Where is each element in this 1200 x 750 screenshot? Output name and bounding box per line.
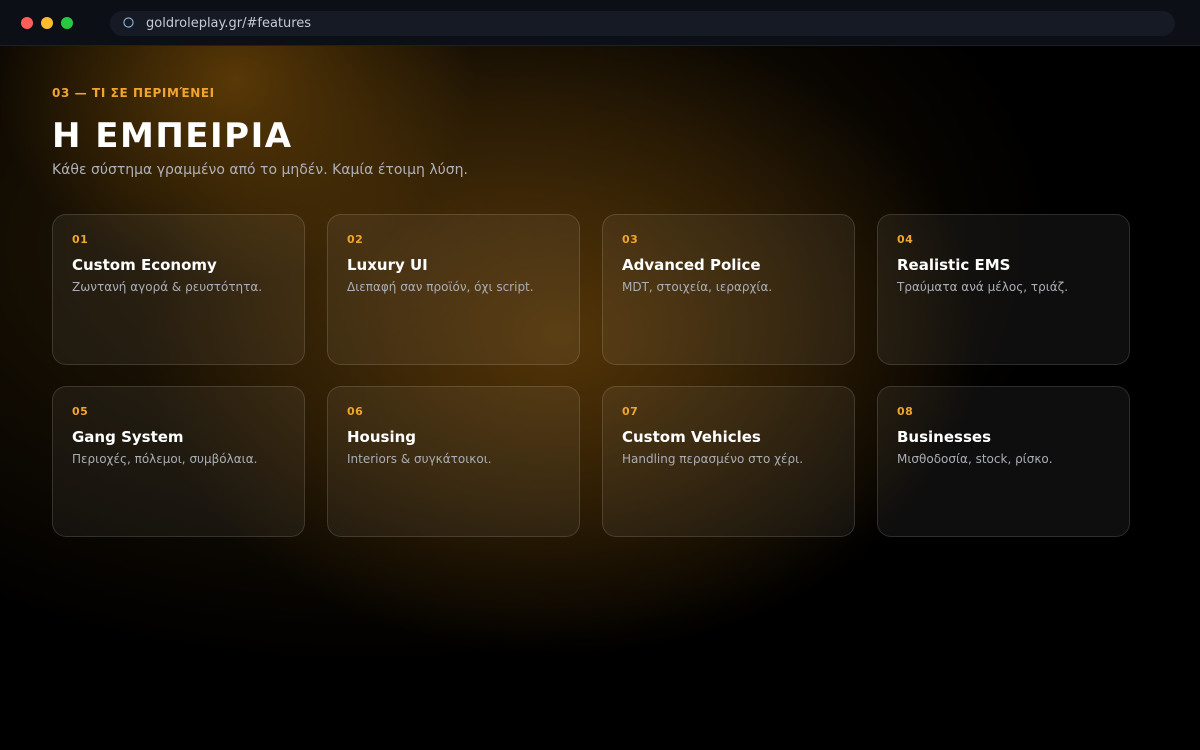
browser-toolbar: goldroleplay.gr/#features xyxy=(0,0,1200,46)
feature-card-housing[interactable]: 06 Housing Interiors & συγκάτοικοι. xyxy=(327,386,580,537)
feature-card-gang-system[interactable]: 05 Gang System Περιοχές, πόλεμοι, συμβόλ… xyxy=(52,386,305,537)
feature-card-realistic-ems[interactable]: 04 Realistic EMS Τραύματα ανά μέλος, τρι… xyxy=(877,214,1130,365)
feature-grid: 01 Custom Economy Ζωντανή αγορά & ρευστό… xyxy=(52,214,1130,537)
browser-window: goldroleplay.gr/#features 03 — ΤΙ ΣΕ ΠΕΡ… xyxy=(0,0,1200,750)
feature-description: Ζωντανή αγορά & ρευστότητα. xyxy=(72,280,263,294)
feature-title: Custom Economy xyxy=(72,256,217,274)
section-eyebrow: 03 — ΤΙ ΣΕ ΠΕΡΙΜΈΝΕΙ xyxy=(52,86,215,100)
globe-icon xyxy=(123,17,134,28)
feature-number: 05 xyxy=(72,405,89,418)
close-window-button[interactable] xyxy=(21,17,33,29)
feature-description: Μισθοδοσία, stock, ρίσκο. xyxy=(897,452,1053,466)
feature-description: Τραύματα ανά μέλος, τριάζ. xyxy=(897,280,1069,294)
address-bar[interactable]: goldroleplay.gr/#features xyxy=(110,11,1175,36)
feature-card-businesses[interactable]: 08 Businesses Μισθοδοσία, stock, ρίσκο. xyxy=(877,386,1130,537)
feature-card-luxury-ui[interactable]: 02 Luxury UI Διεπαφή σαν προϊόν, όχι scr… xyxy=(327,214,580,365)
feature-title: Custom Vehicles xyxy=(622,428,761,446)
feature-description: Handling περασμένο στο χέρι. xyxy=(622,452,804,466)
feature-number: 02 xyxy=(347,233,364,246)
feature-description: Διεπαφή σαν προϊόν, όχι script. xyxy=(347,280,534,294)
feature-title: Luxury UI xyxy=(347,256,428,274)
feature-title: Businesses xyxy=(897,428,991,446)
feature-number: 01 xyxy=(72,233,89,246)
section-title: Η ΕΜΠΕΙΡΙΑ xyxy=(52,116,293,156)
section-subtitle: Κάθε σύστημα γραμμένο από το μηδέν. Καμί… xyxy=(52,162,468,178)
feature-description: MDT, στοιχεία, ιεραρχία. xyxy=(622,280,773,294)
feature-title: Realistic EMS xyxy=(897,256,1011,274)
feature-title: Housing xyxy=(347,428,417,446)
feature-number: 08 xyxy=(897,405,914,418)
url-text[interactable]: goldroleplay.gr/#features xyxy=(146,15,311,32)
feature-card-custom-economy[interactable]: 01 Custom Economy Ζωντανή αγορά & ρευστό… xyxy=(52,214,305,365)
feature-title: Gang System xyxy=(72,428,184,446)
feature-description: Περιοχές, πόλεμοι, συμβόλαια. xyxy=(72,452,258,466)
minimize-window-button[interactable] xyxy=(41,17,53,29)
feature-number: 06 xyxy=(347,405,364,418)
feature-card-advanced-police[interactable]: 03 Advanced Police MDT, στοιχεία, ιεραρχ… xyxy=(602,214,855,365)
feature-number: 07 xyxy=(622,405,639,418)
feature-number: 03 xyxy=(622,233,639,246)
feature-description: Interiors & συγκάτοικοι. xyxy=(347,452,492,466)
feature-card-custom-vehicles[interactable]: 07 Custom Vehicles Handling περασμένο στ… xyxy=(602,386,855,537)
feature-number: 04 xyxy=(897,233,914,246)
features-section: 03 — ΤΙ ΣΕ ΠΕΡΙΜΈΝΕΙ Η ΕΜΠΕΙΡΙΑ Κάθε σύσ… xyxy=(0,46,1200,750)
feature-title: Advanced Police xyxy=(622,256,761,274)
maximize-window-button[interactable] xyxy=(61,17,73,29)
